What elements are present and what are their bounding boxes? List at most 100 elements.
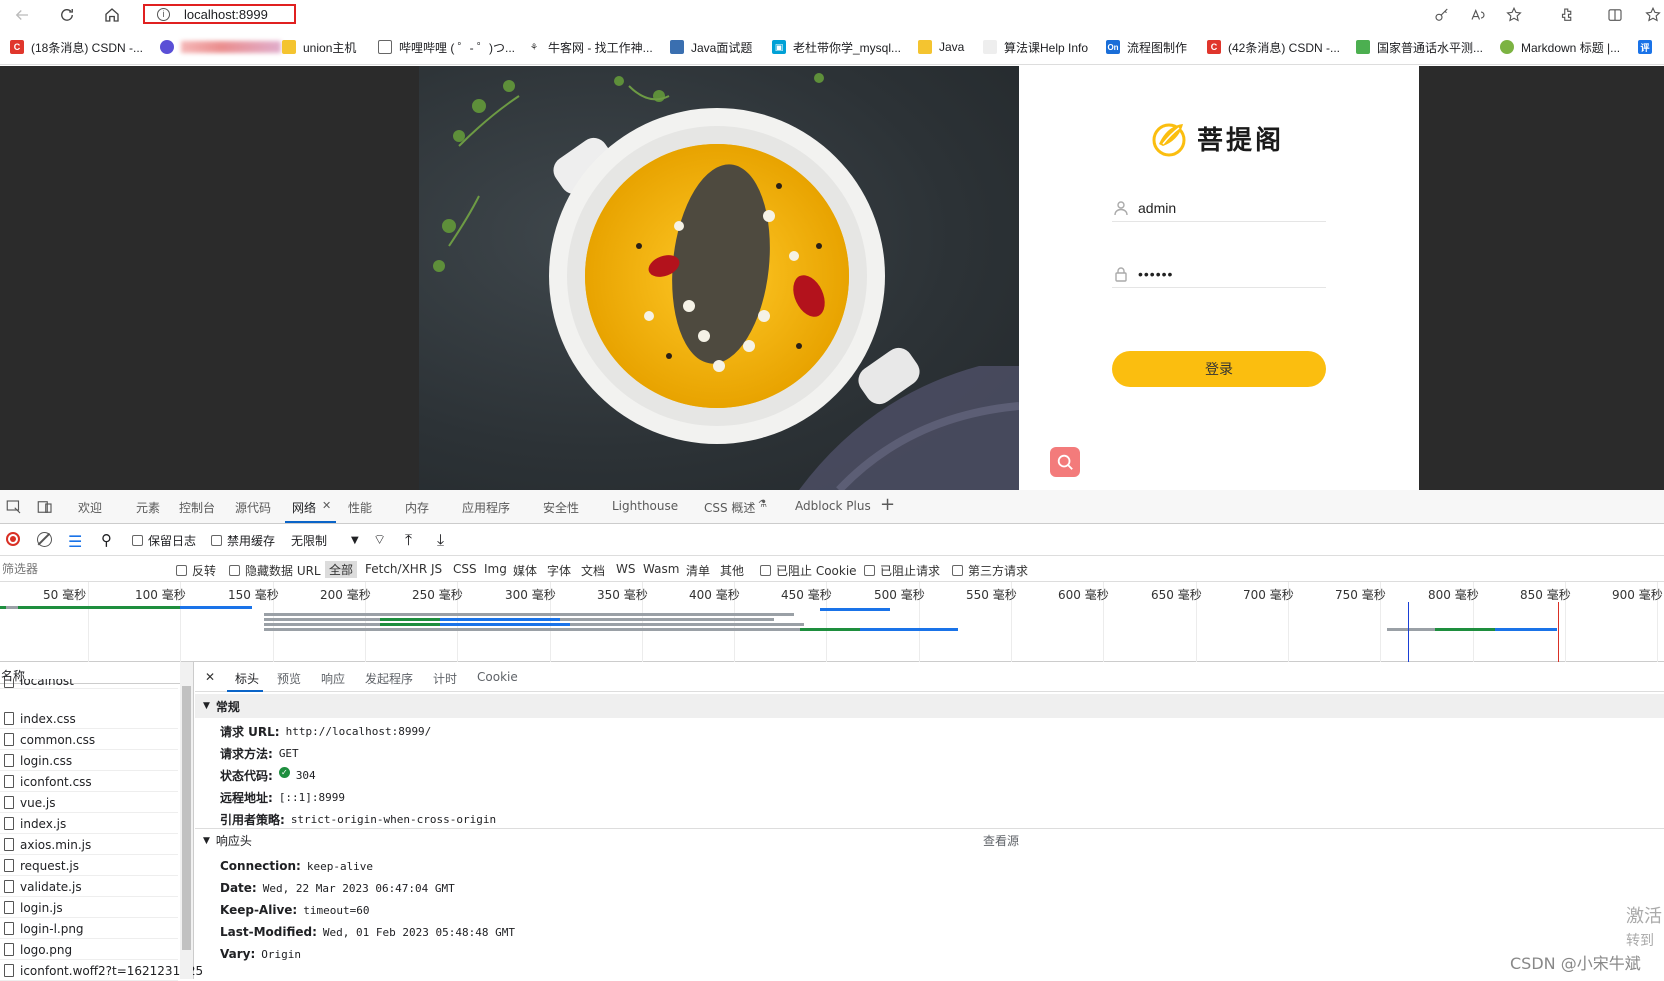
view-source-link[interactable]: 查看源 bbox=[983, 832, 1019, 849]
password-input[interactable]: •••••• bbox=[1138, 266, 1173, 282]
bookmark-item[interactable]: C (18条消息) CSDN -... bbox=[10, 38, 143, 56]
preserve-log-checkbox[interactable]: 保留日志 bbox=[132, 532, 196, 549]
username-field[interactable] bbox=[1112, 194, 1326, 222]
filter-icon[interactable]: ☰ bbox=[68, 532, 82, 551]
filter-type-font[interactable]: 字体 bbox=[547, 562, 571, 579]
scrollbar-thumb[interactable] bbox=[182, 686, 191, 950]
third-party-checkbox[interactable]: 第三方请求 bbox=[952, 562, 1028, 579]
password-field[interactable]: •••••• bbox=[1112, 260, 1326, 288]
address-bar[interactable]: i localhost:8999 bbox=[143, 4, 296, 24]
floating-search-button[interactable] bbox=[1050, 447, 1080, 477]
back-arrow-icon[interactable] bbox=[10, 3, 34, 27]
split-screen-icon[interactable] bbox=[1604, 4, 1626, 26]
tab-cookies[interactable]: Cookie bbox=[477, 670, 518, 684]
site-info-icon[interactable]: i bbox=[157, 7, 170, 21]
network-timeline-overview[interactable]: 50 毫秒 100 毫秒 150 毫秒 200 毫秒 250 毫秒 300 毫秒 350 毫… bbox=[0, 582, 1664, 662]
tab-css-overview[interactable]: CSS 概述 bbox=[704, 499, 755, 516]
bookmark-item[interactable] bbox=[160, 38, 281, 56]
tab-welcome[interactable]: 欢迎 bbox=[78, 499, 102, 516]
tab-performance[interactable]: 性能 bbox=[348, 499, 372, 516]
bookmark-item[interactable]: 算法课Help Info bbox=[983, 38, 1088, 56]
request-row[interactable]: index.js bbox=[0, 814, 178, 834]
request-row[interactable]: iconfont.woff2?t=1621231825 bbox=[0, 961, 203, 981]
tab-timing[interactable]: 计时 bbox=[433, 670, 457, 687]
close-details-icon[interactable]: ✕ bbox=[205, 670, 215, 684]
username-input[interactable] bbox=[1138, 199, 1308, 216]
tab-adblock-plus[interactable]: Adblock Plus bbox=[795, 499, 871, 513]
close-tab-icon[interactable]: ✕ bbox=[322, 499, 331, 512]
filter-type-ws[interactable]: WS bbox=[616, 562, 635, 576]
request-list-scrollbar[interactable] bbox=[180, 662, 193, 979]
disable-cache-checkbox[interactable]: 禁用缓存 bbox=[211, 532, 275, 549]
request-row[interactable]: iconfont.css bbox=[0, 772, 178, 792]
download-icon[interactable]: ⤓ bbox=[437, 530, 444, 550]
general-section-header[interactable]: ▼ 常规 bbox=[195, 694, 1664, 718]
bookmark-item[interactable]: 哔哩哔哩 ( ゜- ゜)つ... bbox=[378, 38, 515, 56]
request-row[interactable]: vue.js bbox=[0, 793, 178, 813]
search-icon[interactable]: ⚲ bbox=[101, 531, 112, 549]
request-row[interactable]: validate.js bbox=[0, 877, 178, 897]
read-aloud-icon[interactable] bbox=[1467, 4, 1489, 26]
add-tab-icon[interactable]: + bbox=[880, 494, 895, 515]
device-emulation-icon[interactable] bbox=[34, 496, 56, 518]
tab-headers[interactable]: 标头 bbox=[235, 670, 259, 687]
extensions-icon[interactable] bbox=[1556, 4, 1578, 26]
tab-preview[interactable]: 预览 bbox=[277, 670, 301, 687]
tab-elements[interactable]: 元素 bbox=[136, 499, 160, 516]
tab-lighthouse[interactable]: Lighthouse bbox=[612, 499, 678, 513]
tab-console[interactable]: 控制台 bbox=[179, 499, 215, 516]
checkbox-icon[interactable] bbox=[952, 565, 963, 576]
request-row[interactable]: login.js bbox=[0, 898, 178, 918]
bookmark-item[interactable]: ▣ 老杜带你学_mysql... bbox=[772, 38, 901, 56]
reload-icon[interactable] bbox=[55, 3, 79, 27]
request-row[interactable]: index.css bbox=[0, 709, 178, 729]
bookmark-item[interactable]: union主机 bbox=[282, 38, 356, 56]
request-row[interactable]: login-l.png bbox=[0, 919, 178, 939]
filter-type-other[interactable]: 其他 bbox=[720, 562, 744, 579]
request-row[interactable]: login.css bbox=[0, 751, 178, 771]
request-row[interactable]: axios.min.js bbox=[0, 835, 178, 855]
request-row[interactable]: common.css bbox=[0, 730, 178, 750]
bookmark-item[interactable]: Java面试题 bbox=[670, 38, 752, 56]
filter-type-js[interactable]: JS bbox=[431, 562, 442, 576]
blocked-cookies-checkbox[interactable]: 已阻止 Cookie bbox=[760, 562, 857, 579]
bookmark-item[interactable]: On 流程图制作 bbox=[1106, 38, 1187, 56]
bookmark-item[interactable]: ⚘ 牛客网 - 找工作神... bbox=[527, 38, 653, 56]
tab-security[interactable]: 安全性 bbox=[543, 499, 579, 516]
bookmark-item[interactable]: 评 bbox=[1638, 38, 1659, 56]
blocked-requests-checkbox[interactable]: 已阻止请求 bbox=[864, 562, 940, 579]
upload-icon[interactable]: ⤒ bbox=[405, 530, 412, 550]
tab-response[interactable]: 响应 bbox=[321, 670, 345, 687]
filter-type-media[interactable]: 媒体 bbox=[513, 562, 537, 579]
bookmark-item[interactable]: Markdown 标题 |... bbox=[1500, 38, 1620, 56]
checkbox-icon[interactable] bbox=[760, 565, 771, 576]
inspect-element-icon[interactable] bbox=[3, 496, 25, 518]
request-row[interactable]: request.js bbox=[0, 856, 178, 876]
invert-checkbox[interactable]: 反转 bbox=[176, 562, 216, 579]
response-headers-section-header[interactable]: ▼ 响应头 查看源 bbox=[195, 828, 1664, 852]
tab-network[interactable]: 网络 bbox=[292, 499, 316, 516]
login-button[interactable]: 登录 bbox=[1112, 351, 1326, 387]
filter-type-doc[interactable]: 文档 bbox=[581, 562, 605, 579]
filter-type-manifest[interactable]: 清单 bbox=[686, 562, 710, 579]
checkbox-icon[interactable] bbox=[132, 535, 143, 546]
home-icon[interactable] bbox=[100, 3, 124, 27]
favorite-star-icon[interactable] bbox=[1503, 4, 1525, 26]
record-icon[interactable] bbox=[6, 532, 20, 546]
tab-initiator[interactable]: 发起程序 bbox=[365, 670, 413, 687]
checkbox-icon[interactable] bbox=[864, 565, 875, 576]
throttling-select[interactable]: 无限制 ▼ bbox=[291, 532, 359, 549]
filter-type-fetch[interactable]: Fetch/XHR bbox=[365, 562, 427, 576]
favorites-icon[interactable] bbox=[1642, 4, 1664, 26]
request-row[interactable]: localhost bbox=[0, 679, 178, 689]
bookmark-item[interactable]: C (42条消息) CSDN -... bbox=[1207, 38, 1340, 56]
key-icon[interactable] bbox=[1431, 4, 1453, 26]
bookmark-item[interactable]: 国家普通话水平测... bbox=[1356, 38, 1483, 56]
checkbox-icon[interactable] bbox=[211, 535, 222, 546]
tab-sources[interactable]: 源代码 bbox=[235, 499, 271, 516]
hide-data-urls-checkbox[interactable]: 隐藏数据 URL bbox=[229, 562, 321, 579]
clear-icon[interactable] bbox=[37, 532, 52, 547]
filter-input[interactable] bbox=[2, 560, 162, 578]
filter-type-css[interactable]: CSS bbox=[453, 562, 477, 576]
filter-type-all[interactable]: 全部 bbox=[325, 561, 358, 578]
